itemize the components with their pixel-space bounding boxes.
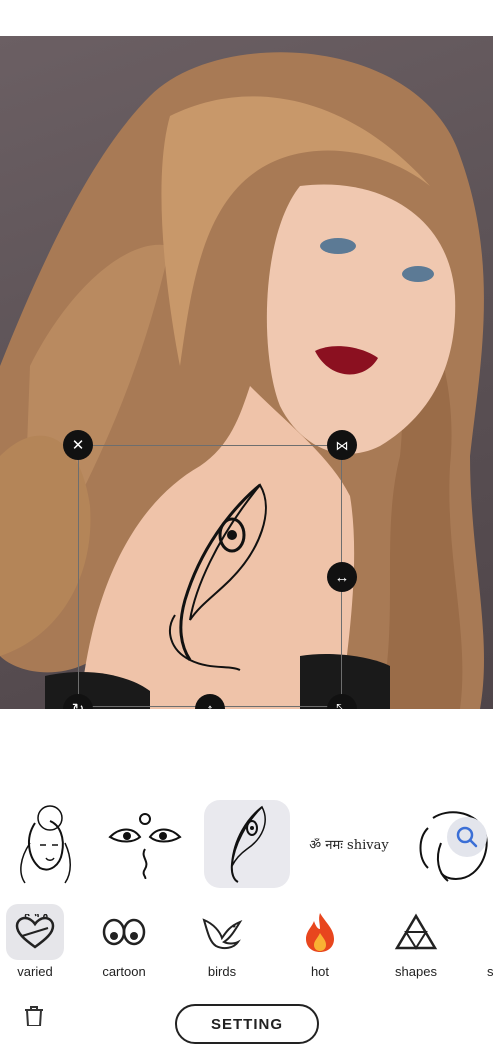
tattoo-thumb-shiva[interactable]	[2, 800, 88, 888]
tattoo-selection-box[interactable]	[78, 445, 342, 707]
cartoon-eyes-icon	[95, 904, 153, 960]
tattoo-thumb-third-eye[interactable]	[102, 800, 188, 888]
setting-button[interactable]: SETTING	[175, 1004, 319, 1044]
search-icon	[456, 826, 478, 848]
category-label: birds	[207, 964, 237, 979]
om-namah-shivay-text: ॐ नमः shivay	[309, 838, 389, 853]
flame-icon	[291, 904, 349, 960]
category-cartoon[interactable]: cartoon	[89, 904, 159, 982]
category-label: varied	[17, 964, 53, 979]
delete-handle-icon[interactable]: ✕	[63, 430, 93, 460]
triangle-icon	[387, 904, 445, 960]
shiva-face-icon	[20, 805, 71, 884]
category-varied[interactable]: varied	[0, 904, 70, 982]
trash-icon[interactable]	[22, 1006, 46, 1026]
category-label: s	[487, 964, 493, 979]
dove-icon	[193, 904, 251, 960]
feather-icon	[230, 805, 266, 883]
flip-handle-icon[interactable]: ⋈	[327, 430, 357, 460]
flaming-heart-icon	[6, 904, 64, 960]
category-birds[interactable]: birds	[187, 904, 257, 982]
category-shapes[interactable]: shapes	[381, 904, 451, 982]
tattoo-thumb-om-namah-shivay[interactable]: ॐ नमः shivay	[304, 800, 394, 888]
search-button[interactable]	[447, 817, 487, 857]
category-partial-icon	[463, 904, 493, 960]
category-partial[interactable]: s	[463, 904, 493, 982]
category-label: hot	[310, 964, 330, 979]
category-hot[interactable]: hot	[285, 904, 355, 982]
category-label: cartoon	[102, 964, 146, 979]
category-label: shapes	[395, 964, 437, 979]
stretch-handle-icon[interactable]: ↔	[327, 562, 357, 592]
third-eye-icon	[108, 813, 182, 879]
status-area	[0, 0, 493, 36]
tattoo-thumb-feather[interactable]	[204, 800, 290, 888]
